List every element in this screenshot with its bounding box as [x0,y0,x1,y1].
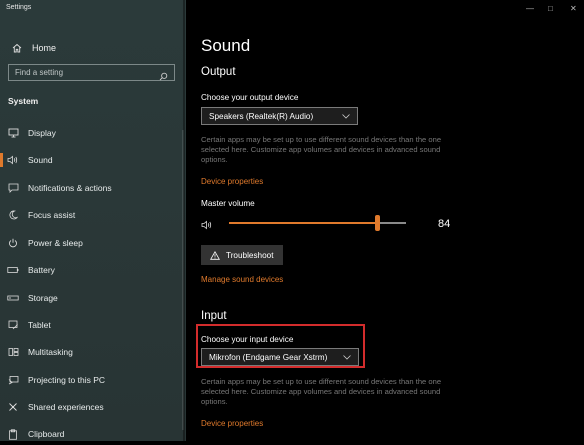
input-device-dropdown[interactable]: Mikrofon (Endgame Gear Xstrm) [201,348,359,366]
slider-thumb[interactable] [375,215,381,231]
sidebar-item-label: Focus assist [28,210,76,220]
minimize-icon[interactable]: — [526,4,534,13]
sidebar-item-label: Battery [28,265,55,275]
master-volume-slider[interactable] [229,215,406,231]
home-icon [10,43,24,53]
sidebar-item-projecting[interactable]: Projecting to this PC [0,369,186,391]
storage-icon [6,294,20,302]
battery-icon [6,266,20,274]
section-title: System [8,96,39,106]
volume-speaker-icon[interactable] [201,217,215,235]
sidebar-item-power[interactable]: Power & sleep [0,232,186,254]
master-volume-label: Master volume [201,199,255,208]
shared-icon [6,402,20,412]
output-description: Certain apps may be set up to use differ… [201,135,442,164]
clipboard-icon [6,428,20,440]
sidebar-item-display[interactable]: Display [0,122,186,144]
output-device-value: Speakers (Realtek(R) Audio) [209,111,314,121]
maximize-icon[interactable]: □ [548,4,553,13]
search-box[interactable] [8,64,175,81]
notification-icon [6,183,20,193]
close-icon[interactable]: ✕ [570,4,577,13]
output-device-label: Choose your output device [201,93,299,102]
sidebar-item-label: Tablet [28,320,51,330]
sidebar-item-storage[interactable]: Storage [0,287,186,309]
warning-icon [210,250,220,260]
sidebar-item-label: Shared experiences [28,402,104,412]
tablet-icon [6,320,20,330]
sidebar-item-battery[interactable]: Battery [0,259,186,281]
power-icon [6,238,20,248]
input-heading: Input [201,310,227,322]
sidebar-scrollbar[interactable] [182,130,184,430]
manage-sound-devices-link[interactable]: Manage sound devices [201,275,283,284]
search-icon[interactable] [159,68,168,86]
sidebar-item-label: Multitasking [28,347,73,357]
sidebar-item-label: Display [28,128,56,138]
sidebar-item-label: Clipboard [28,429,65,439]
sidebar-item-label: Notifications & actions [28,183,112,193]
moon-icon [6,210,20,220]
speaker-icon [6,155,20,165]
chevron-down-icon [343,353,351,362]
sidebar-item-label: Projecting to this PC [28,375,106,385]
troubleshoot-button[interactable]: Troubleshoot [201,245,283,265]
output-device-properties-link[interactable]: Device properties [201,177,263,186]
monitor-icon [6,128,20,138]
input-device-value: Mikrofon (Endgame Gear Xstrm) [209,352,328,362]
multitasking-icon [6,347,20,357]
troubleshoot-label: Troubleshoot [226,250,274,260]
search-input[interactable] [9,67,157,78]
home-nav[interactable]: Home [10,41,56,55]
chevron-down-icon [342,112,350,121]
output-device-dropdown[interactable]: Speakers (Realtek(R) Audio) [201,107,358,125]
sidebar-item-label: Storage [28,293,58,303]
app-title: Settings [6,4,32,11]
output-heading: Output [201,66,236,78]
page-title: Sound [201,36,251,55]
sidebar-item-multitasking[interactable]: Multitasking [0,341,186,363]
input-device-label: Choose your input device [201,335,294,344]
sidebar-item-tablet[interactable]: Tablet [0,314,186,336]
sidebar-item-label: Sound [28,155,53,165]
sidebar: Settings Home System Display Sound Notif… [0,0,186,441]
home-label: Home [32,43,57,53]
volume-value: 84 [438,218,451,230]
sidebar-item-focus-assist[interactable]: Focus assist [0,204,186,226]
sidebar-item-sound[interactable]: Sound [0,149,186,171]
main-content: — □ ✕ Sound Output Choose your output de… [186,0,584,441]
sidebar-item-clipboard[interactable]: Clipboard [0,423,186,445]
input-device-properties-link[interactable]: Device properties [201,419,263,428]
projector-icon [6,375,20,385]
sidebar-item-notifications[interactable]: Notifications & actions [0,177,186,199]
sidebar-item-label: Power & sleep [28,238,83,248]
input-description: Certain apps may be set up to use differ… [201,377,442,406]
slider-fill [229,222,378,224]
sidebar-item-shared-experiences[interactable]: Shared experiences [0,396,186,418]
